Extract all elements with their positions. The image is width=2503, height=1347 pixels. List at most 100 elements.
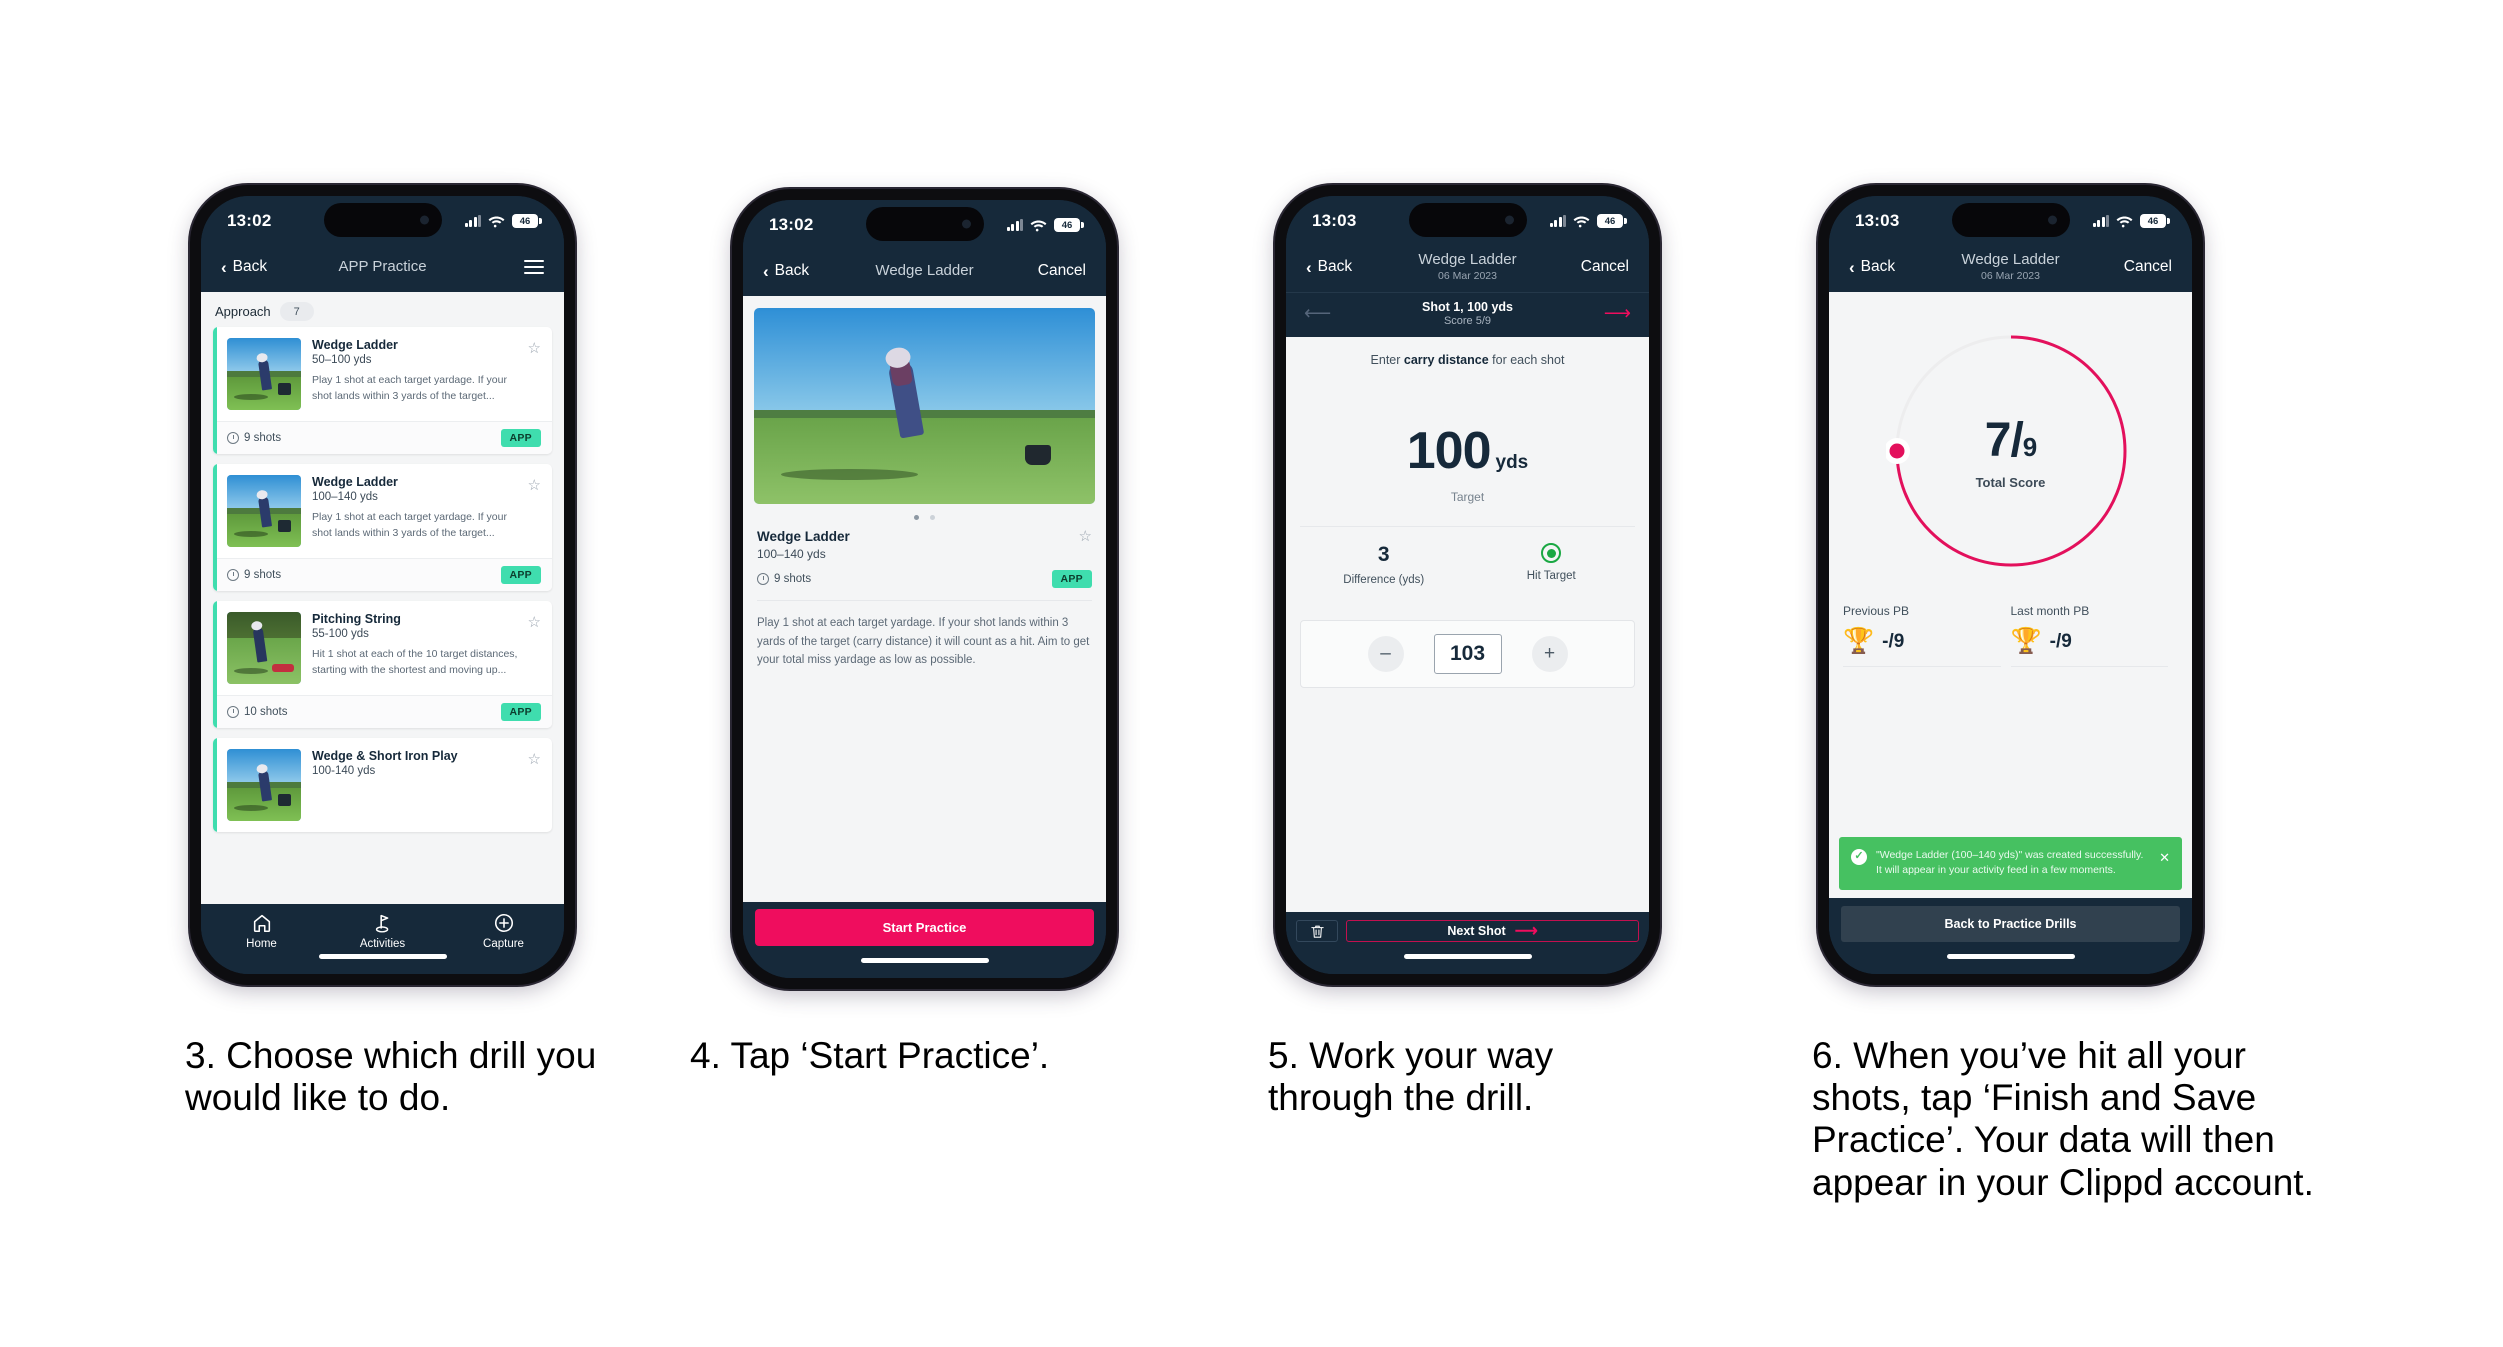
tab-home[interactable]: Home [201,912,322,950]
status-bar: 13:03 46 [1286,196,1649,246]
hamburger-icon[interactable] [524,259,544,275]
toast-message: "Wedge Ladder (100–140 yds)" was created… [1876,848,2144,877]
shot-navigation-bar: ⟵ Shot 1, 100 yds Score 5/9 ⟶ [1286,292,1649,337]
phone-summary: 13:03 46 ‹ Back Wedge Ladder 06 Mar 2023… [1818,185,2203,985]
tutorial-screenshot-board: 13:02 46 ‹ Back APP Practice Approach 7 … [0,0,2503,1347]
entry-hint: Enter carry distance for each shot [1286,337,1649,367]
delete-shot-button[interactable] [1296,920,1338,942]
drill-description: Hit 1 shot at each of the 10 target dist… [312,648,518,676]
phone-drill-detail: 13:02 46 ‹ Back Wedge Ladder Cancel Wedg… [732,189,1117,989]
detail-body: Wedge Ladder 100–140 yds ☆ 9 shots APP P… [743,296,1106,902]
cancel-button[interactable]: Cancel [2124,258,2172,276]
favourite-star-icon[interactable]: ☆ [528,613,541,631]
drill-card[interactable]: Pitching String 55-100 yds Hit 1 shot at… [213,601,552,728]
gauge-score-value: 7 [1984,413,2012,467]
trophy-icon: 🏆 [2010,627,2042,655]
nav-bar: ‹ Back Wedge Ladder 06 Mar 2023 Cancel [1829,246,2192,292]
carry-distance-input[interactable]: 103 [1433,634,1502,674]
last-month-pb-value-row: 🏆 -/9 [2011,627,2169,656]
favourite-star-icon[interactable]: ☆ [528,339,541,357]
difference-value: 3 [1377,543,1390,566]
favourite-star-icon[interactable]: ☆ [528,476,541,494]
favourite-star-icon[interactable]: ☆ [1079,527,1092,545]
status-bar: 13:03 46 [1829,196,2192,246]
segment-count-chip: 7 [279,302,314,321]
golf-flag-icon [375,914,388,933]
favourite-star-icon[interactable]: ☆ [528,750,541,768]
dynamic-island [1408,203,1527,237]
drill-description: Play 1 shot at each target yardage. If y… [312,511,507,539]
list-body[interactable]: Approach 7 Wedge Ladder 50–100 yds Play … [201,292,564,904]
card-info: Wedge Ladder 100–140 yds Play 1 shot at … [312,475,541,547]
screen: 13:02 46 ‹ Back Wedge Ladder Cancel Wedg… [743,200,1106,978]
shot-info: Shot 1, 100 yds Score 5/9 [1422,300,1513,327]
previous-pb: Previous PB 🏆 -/9 [1843,604,2011,667]
drill-title: Wedge Ladder [312,475,398,489]
increment-button[interactable]: + [1531,636,1568,672]
card-top: Wedge Ladder 100–140 yds Play 1 shot at … [213,464,552,558]
shots-label: 10 shots [244,706,288,718]
drill-hero-image[interactable] [754,308,1095,504]
personal-best-row: Previous PB 🏆 -/9 Last month PB 🏆 -/9 [1843,604,2178,667]
trophy-icon: 🏆 [1843,627,1875,655]
status-time: 13:03 [1855,211,1900,230]
home-indicator [1829,952,2192,974]
back-button[interactable]: ‹ Back [1849,258,1895,276]
home-indicator [743,956,1106,978]
drill-card[interactable]: Wedge & Short Iron Play 100-140 yds ☆ [213,738,552,832]
carousel-dots[interactable] [743,504,1106,529]
screen: 13:02 46 ‹ Back APP Practice Approach 7 … [201,196,564,974]
caption-step-4: 4. Tap ‘Start Practice’. [690,1035,1050,1076]
difference-stat: 3 Difference (yds) [1300,543,1468,586]
previous-shot-arrow-icon[interactable]: ⟵ [1304,302,1331,325]
home-indicator [1286,952,1649,974]
cellular-signal-icon [2092,215,2109,227]
category-tag: APP [1051,570,1092,588]
arrow-right-icon: ⟶ [1514,923,1538,940]
gauge-caption: Total Score [1975,474,2046,490]
battery-indicator: 46 [2140,214,2170,228]
start-practice-button[interactable]: Start Practice [755,909,1094,946]
back-button[interactable]: ‹ Back [1306,258,1352,276]
cancel-button[interactable]: Cancel [1038,262,1086,280]
drill-range: 100-140 yds [312,765,376,777]
next-shot-button[interactable]: Next Shot ⟶ [1346,920,1639,942]
category-tag: APP [500,566,541,584]
tab-capture[interactable]: Capture [443,912,564,950]
next-shot-arrow-icon[interactable]: ⟶ [1604,302,1631,325]
total-score-gauge: 7/9 Total Score [1885,326,2136,576]
back-to-practice-drills-button[interactable]: Back to Practice Drills [1841,906,2180,942]
nav-title-main: Wedge Ladder [1418,251,1517,269]
last-month-pb-value: -/9 [2049,630,2072,652]
status-indicators: 46 [1006,218,1084,232]
phone-shot-entry: 13:03 46 ‹ Back Wedge Ladder 06 Mar 2023… [1275,185,1660,985]
status-time: 13:03 [1312,211,1357,230]
chevron-left-icon: ‹ [763,261,769,281]
divider [2010,666,2168,667]
tab-label: Home [246,938,277,950]
tab-label: Capture [483,938,524,950]
shots-label: 9 shots [774,573,812,585]
nav-wrap: ‹ Back Wedge Ladder Cancel [743,250,1106,296]
dynamic-island [323,203,442,237]
status-indicators: 46 [2092,214,2170,228]
tab-activities[interactable]: Activities [322,912,443,950]
decrement-button[interactable]: – [1367,636,1404,672]
status-bar: 13:02 46 [743,200,1106,250]
back-button[interactable]: ‹ Back [221,258,267,276]
trash-icon [1310,925,1324,938]
screen: 13:03 46 ‹ Back Wedge Ladder 06 Mar 2023… [1829,196,2192,974]
back-button[interactable]: ‹ Back [763,262,809,280]
drill-thumbnail [227,338,301,410]
drill-thumbnail [227,749,301,821]
last-month-pb-label: Last month PB [2010,604,2090,618]
cancel-button[interactable]: Cancel [1581,258,1629,276]
close-icon[interactable]: ✕ [2159,848,2170,868]
tab-label: Activities [359,938,406,950]
previous-pb-value: -/9 [1882,630,1905,652]
divider [1843,666,2001,667]
drill-title: Wedge Ladder [757,529,850,544]
drill-card[interactable]: Wedge Ladder 50–100 yds Play 1 shot at e… [213,327,552,454]
entry-body: Enter carry distance for each shot 100 yd… [1286,337,1649,912]
drill-card[interactable]: Wedge Ladder 100–140 yds Play 1 shot at … [213,464,552,591]
